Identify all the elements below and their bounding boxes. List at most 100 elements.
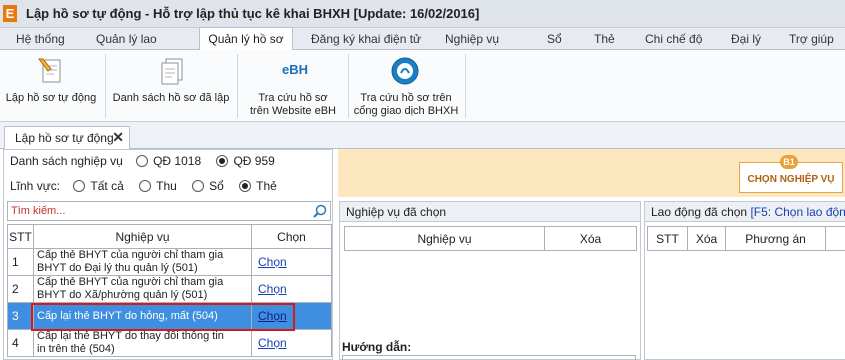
lap-ho-so-tu-dong-button[interactable]: Lập hồ sơ tự động [0,50,102,122]
ribbon-label: Tra cứu hồ sơ trên cổng giao dịch BHXH [350,92,462,118]
col-header-stt: STT [7,224,34,249]
radio-icon [73,180,86,192]
menu-item-dai-ly[interactable]: Đại lý [731,28,761,50]
app-logo-icon: E [3,5,17,22]
ribbon-divider [237,54,238,118]
tra-cuu-ebh-button[interactable]: eBH Tra cứu hồ sơ trên Website eBH [240,50,346,122]
cell-line: Cấp thẻ BHYT của người chỉ tham gia [37,249,224,261]
radio-label: Sổ [209,179,224,193]
menu-item-chi-che-do[interactable]: Chi chế độ [645,28,705,50]
step-label: CHỌN NGHIỆP VỤ [747,174,835,185]
selected-business-panel: Nghiệp vụ đã chọn Nghiệp vụ Xóa [339,201,641,360]
chon-link[interactable]: Chọn [258,336,287,350]
ribbon-label-line2: trên Website eBH [249,105,336,117]
chon-link[interactable]: Chọn [258,255,287,269]
ribbon-label-line1: Tra cứu hồ sơ [258,92,328,104]
panel-title: Nghiệp vụ đã chọn [340,202,640,222]
cell-chon: Chọn [251,248,332,276]
col-header-xoa: Xóa [687,226,726,251]
radio-the[interactable]: Thẻ [239,179,277,193]
selected-workers-panel: Lao động đã chọn [F5: Chọn lao động - ST… [644,201,845,360]
cell-chon: Chọn [251,329,332,357]
col-header-extra [825,226,845,251]
menu-item-nghiep-vu-thu[interactable]: Nghiệp vụ Thu [445,28,515,68]
ribbon-label: Tra cứu hồ sơ trên Website eBH [240,92,346,118]
danh-sach-ho-so-button[interactable]: Danh sách hồ sơ đã lập [108,50,234,122]
chon-link[interactable]: Chọn [258,309,287,323]
radio-label: QĐ 1018 [153,154,202,168]
cell-nghiep-vu: Cấp lại thẻ BHYT do thay đổi thông tin in… [33,329,252,357]
cell-line: in trên thẻ (504) [37,343,115,355]
panel-title: Lao động đã chọn [F5: Chọn lao động - [645,202,845,222]
window-title: Lập hồ sơ tự động - Hỗ trợ lập thủ tục k… [26,6,480,21]
col-header-stt: STT [647,226,688,251]
radio-thu[interactable]: Thu [139,179,177,193]
radio-label: Thu [156,179,177,193]
business-list-panel: Danh sách nghiệp vụ QĐ 1018 QĐ 959 Lĩnh … [3,149,333,360]
cell-line: Cấp lại thẻ BHYT do thay đổi thông tin [37,330,224,342]
step-badge: B1 [780,155,798,169]
ribbon-divider [348,54,349,118]
search-input[interactable]: Tìm kiếm... [7,201,331,221]
cell-stt: 1 [7,248,34,276]
f5-hint[interactable]: [F5: Chọn lao động - [750,205,845,219]
selected-business-table: Nghiệp vụ Xóa [344,226,637,251]
menu-item-he-thong[interactable]: Hệ thống [16,28,68,50]
menu-item-the[interactable]: Thẻ [594,28,618,50]
chon-link[interactable]: Chọn [258,282,287,296]
cell-stt: 4 [7,329,34,357]
list-type-row: Danh sách nghiệp vụ QĐ 1018 QĐ 959 [10,153,287,171]
menu-item-quan-ly-ho-so[interactable]: Quản lý hồ sơ [199,27,293,50]
list-type-label: Danh sách nghiệp vụ [10,154,123,168]
ribbon-label-line1: Tra cứu hồ sơ trên [360,92,452,104]
field-label: Lĩnh vực: [10,179,61,193]
cell-chon: Chọn [251,275,332,303]
radio-tat-ca[interactable]: Tất cả [73,179,124,193]
cell-line: Cấp lại thẻ BHYT do hỏng, mất (504) [37,309,218,322]
tab-label: Lập hồ sơ tự động [15,131,114,145]
table-row-selected[interactable]: 3 Cấp lại thẻ BHYT do hỏng, mất (504) Ch… [7,302,332,330]
business-table: STT Nghiệp vụ Chọn 1 Cấp thẻ BHYT của ng… [7,224,332,357]
table-row[interactable]: 1 Cấp thẻ BHYT của người chỉ tham gia BHY… [7,248,332,276]
cell-nghiep-vu: Cấp thẻ BHYT của người chỉ tham gia BHYT … [33,248,252,276]
table-header-row: STT Nghiệp vụ Chọn [7,224,332,249]
menu-bar: Hệ thống Quản lý lao động Quản lý hồ sơ … [0,27,845,68]
menu-item-tro-giup[interactable]: Trợ giúp [789,28,839,50]
ribbon-label: Lập hồ sơ tự động [5,92,97,104]
radio-so[interactable]: Sổ [192,179,224,193]
table-row[interactable]: 2 Cấp thẻ BHYT của người chỉ tham gia BHY… [7,275,332,303]
panel-title-text: Lao động đã chọn [651,205,748,219]
ebh-logo-icon: eBH [281,62,308,77]
table-header-row: STT Xóa Phương án [647,226,845,251]
tra-cuu-cong-bhxh-button[interactable]: Tra cứu hồ sơ trên cổng giao dịch BHXH [350,50,462,122]
document-pencil-icon [38,58,61,83]
close-icon[interactable]: ✕ [112,129,124,146]
document-tab-strip: Lập hồ sơ tự động ✕ [0,122,845,150]
cell-nghiep-vu: Cấp thẻ BHYT của người chỉ tham gia BHYT … [33,275,252,303]
title-bar: E Lập hồ sơ tự động - Hỗ trợ lập thủ tục… [0,0,845,28]
search-placeholder: Tìm kiếm... [11,205,66,217]
ribbon-toolbar: Lập hồ sơ tự động Danh sách hồ sơ đã lập… [0,50,845,122]
menu-item-so[interactable]: Sổ [547,28,567,50]
radio-label: Tất cả [90,179,124,193]
radio-icon [192,180,205,192]
menu-item-dang-ky-khai-dien-tu[interactable]: Đăng ký khai điện tử [311,28,423,50]
radio-qd-1018[interactable]: QĐ 1018 [136,154,201,168]
search-icon[interactable] [313,204,327,218]
tab-lap-ho-so-tu-dong[interactable]: Lập hồ sơ tự động ✕ [4,126,130,150]
col-header-nghiep-vu: Nghiệp vụ [33,224,252,249]
table-row[interactable]: 4 Cấp lại thẻ BHYT do thay đổi thông tin… [7,329,332,357]
radio-label: Thẻ [256,179,277,193]
radio-icon [136,155,149,167]
cell-chon: Chọn [251,302,332,330]
radio-selected-icon [239,180,252,192]
menu-item-quan-ly-lao-dong[interactable]: Quản lý lao động [96,28,186,68]
cell-line: Cấp thẻ BHYT của người chỉ tham gia [37,276,224,288]
field-row: Lĩnh vực: Tất cả Thu Sổ Thẻ [10,178,289,196]
cell-line: BHYT do Đại lý thu quản lý (501) [37,262,198,274]
col-header-phuong-an: Phương án [725,226,826,251]
documents-stack-icon [161,58,183,85]
ribbon-label-line2: cổng giao dịch BHXH [353,105,459,117]
radio-qd-959[interactable]: QĐ 959 [216,154,275,168]
bhxh-logo-icon [391,57,419,85]
